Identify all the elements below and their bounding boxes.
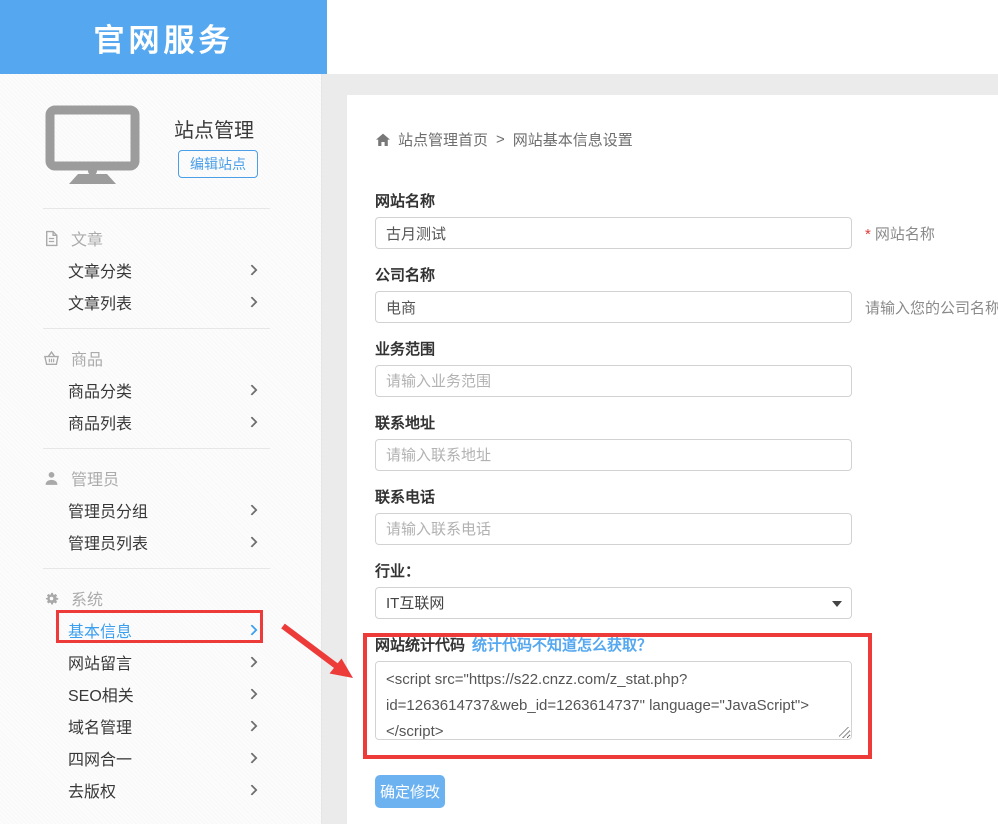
breadcrumb-home-link[interactable]: 站点管理首页 [398, 129, 488, 150]
site-info-form: 网站名称 *网站名称 公司名称 请输入您的公司名称 业务范围 联系地址 联系电话… [375, 190, 875, 808]
sidebar-item-goods-category[interactable]: 商品分类 [43, 374, 270, 406]
item-label: 网站留言 [68, 650, 132, 674]
breadcrumb-current: 网站基本信息设置 [513, 129, 633, 150]
menu-section-system: 系统 基本信息 网站留言 SEO相关 域名管理 四网合一 [43, 568, 270, 816]
sidebar-item-article-category[interactable]: 文章分类 [43, 254, 270, 286]
item-label: 去版权 [68, 778, 116, 802]
item-label: SEO相关 [68, 682, 134, 706]
required-asterisk: * [865, 226, 871, 243]
business-scope-input[interactable] [375, 365, 852, 397]
field-label: 业务范围 [375, 338, 875, 358]
edit-site-button[interactable]: 编辑站点 [178, 150, 258, 178]
item-label: 四网合一 [68, 746, 132, 770]
sidebar: 站点管理 编辑站点 文章 文章分类 文章列表 [0, 74, 322, 824]
stats-code-wrap: <script src="https://s22.cnzz.com/z_stat… [375, 661, 852, 740]
industry-select[interactable]: IT互联网 [375, 587, 852, 619]
sidebar-item-seo[interactable]: SEO相关 [43, 678, 270, 710]
field-contact-phone: 联系电话 [375, 486, 875, 545]
chevron-right-icon [246, 504, 257, 515]
field-company-name: 公司名称 请输入您的公司名称 [375, 264, 875, 323]
item-label: 商品列表 [68, 410, 132, 434]
admin-icon [43, 470, 60, 487]
section-header-article: 文章 [43, 222, 270, 254]
stats-help-link[interactable]: 统计代码不知道怎么获取？ [472, 634, 652, 655]
chevron-right-icon [246, 416, 257, 427]
menu-section-article: 文章 文章分类 文章列表 [43, 208, 270, 328]
chevron-right-icon [246, 296, 257, 307]
field-site-name: 网站名称 *网站名称 [375, 190, 875, 249]
field-label: 网站名称 [375, 190, 875, 210]
sidebar-item-four-in-one[interactable]: 四网合一 [43, 742, 270, 774]
contact-phone-input[interactable] [375, 513, 852, 545]
section-header-goods: 商品 [43, 342, 270, 374]
sidebar-item-article-list[interactable]: 文章列表 [43, 286, 270, 318]
field-hint: *网站名称 [865, 223, 935, 244]
item-label: 商品分类 [68, 378, 132, 402]
app-title: 官网服务 [94, 15, 234, 60]
field-label: 联系地址 [375, 412, 875, 432]
field-stats-code: 网站统计代码 统计代码不知道怎么获取？ <script src="https:/… [375, 634, 875, 740]
chevron-right-icon [246, 688, 257, 699]
basket-icon [43, 350, 60, 367]
breadcrumb: 站点管理首页 > 网站基本信息设置 [375, 129, 633, 150]
section-header-system: 系统 [43, 582, 270, 614]
section-label: 管理员 [71, 466, 119, 490]
sidebar-item-goods-list[interactable]: 商品列表 [43, 406, 270, 438]
chevron-right-icon [246, 656, 257, 667]
chevron-right-icon [246, 264, 257, 275]
contact-address-input[interactable] [375, 439, 852, 471]
site-title: 站点管理 [174, 114, 254, 143]
sidebar-item-remove-copyright[interactable]: 去版权 [43, 774, 270, 806]
field-label: 行业： [375, 560, 875, 580]
menu-section-admin: 管理员 管理员分组 管理员列表 [43, 448, 270, 568]
site-name-input[interactable] [375, 217, 852, 249]
field-business-scope: 业务范围 [375, 338, 875, 397]
chevron-right-icon [246, 720, 257, 731]
chevron-right-icon [246, 624, 257, 635]
chevron-right-icon [246, 784, 257, 795]
sidebar-item-site-message[interactable]: 网站留言 [43, 646, 270, 678]
item-label: 管理员列表 [68, 530, 148, 554]
chevron-right-icon [246, 752, 257, 763]
chevron-right-icon [246, 536, 257, 547]
section-label: 系统 [71, 586, 103, 610]
breadcrumb-separator: > [496, 131, 505, 148]
sidebar-item-basic-info[interactable]: 基本信息 [43, 614, 270, 646]
section-label: 文章 [71, 226, 103, 250]
stats-code-textarea[interactable]: <script src="https://s22.cnzz.com/z_stat… [375, 661, 852, 740]
item-label: 文章列表 [68, 290, 132, 314]
item-label: 基本信息 [68, 618, 132, 642]
field-contact-address: 联系地址 [375, 412, 875, 471]
app-header: 官网服务 [0, 0, 327, 74]
industry-select-wrap: IT互联网 [375, 587, 852, 619]
article-icon [43, 230, 60, 247]
stats-label-row: 网站统计代码 统计代码不知道怎么获取？ [375, 634, 875, 654]
field-label: 网站统计代码 [375, 634, 465, 655]
field-industry: 行业： IT互联网 [375, 560, 875, 619]
sidebar-item-admin-group[interactable]: 管理员分组 [43, 494, 270, 526]
hint-text: 网站名称 [875, 226, 935, 243]
field-label: 联系电话 [375, 486, 875, 506]
field-label: 公司名称 [375, 264, 875, 284]
submit-button[interactable]: 确定修改 [375, 775, 445, 808]
item-label: 域名管理 [68, 714, 132, 738]
home-icon [375, 132, 391, 148]
section-label: 商品 [71, 346, 103, 370]
menu-section-goods: 商品 商品分类 商品列表 [43, 328, 270, 448]
sidebar-item-domain[interactable]: 域名管理 [43, 710, 270, 742]
sidebar-item-admin-list[interactable]: 管理员列表 [43, 526, 270, 558]
item-label: 管理员分组 [68, 498, 148, 522]
gear-icon [43, 590, 60, 607]
section-header-admin: 管理员 [43, 462, 270, 494]
site-head: 站点管理 编辑站点 [0, 74, 321, 208]
chevron-right-icon [246, 384, 257, 395]
item-label: 文章分类 [68, 258, 132, 282]
company-name-input[interactable] [375, 291, 852, 323]
monitor-icon [45, 105, 140, 190]
field-hint: 请输入您的公司名称 [865, 297, 998, 318]
sidebar-menu: 文章 文章分类 文章列表 商品 [43, 208, 270, 816]
